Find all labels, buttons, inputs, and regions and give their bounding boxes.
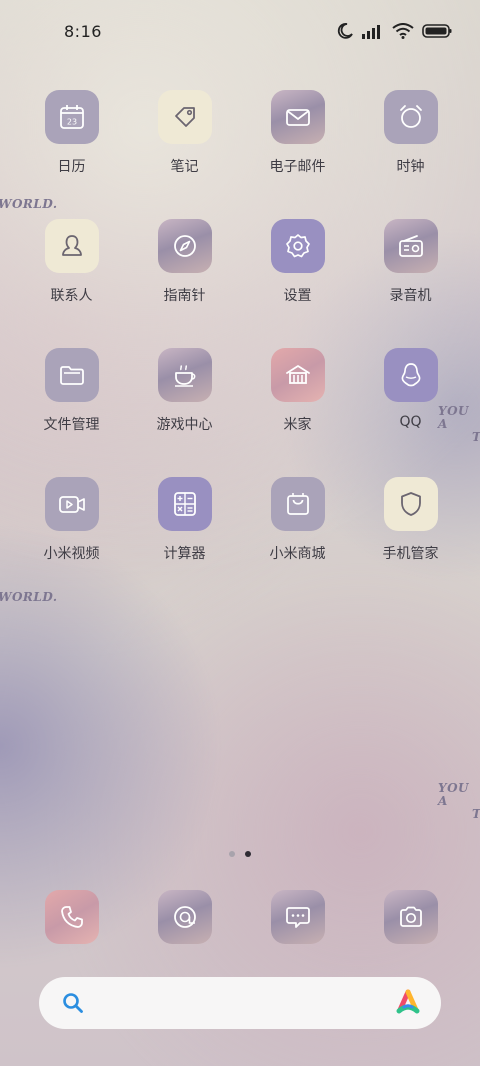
wifi-icon <box>392 23 414 43</box>
app-label: 录音机 <box>389 288 432 304</box>
folder-icon <box>44 348 99 402</box>
browser-icon <box>157 890 212 944</box>
app-clock[interactable]: 时钟 <box>354 90 467 219</box>
person-icon <box>44 219 99 273</box>
app-label: 米家 <box>283 417 312 433</box>
app-label: 笔记 <box>170 159 199 175</box>
search-bar[interactable] <box>39 977 441 1029</box>
app-label: 时钟 <box>396 159 425 175</box>
app-email[interactable]: 电子邮件 <box>241 90 354 219</box>
app-label: 日历 <box>57 159 86 175</box>
mail-icon <box>270 90 325 144</box>
battery-icon <box>422 23 452 43</box>
alarm-clock-icon <box>383 90 438 144</box>
app-calculator[interactable]: 计算器 <box>128 477 241 606</box>
app-notes[interactable]: 笔记 <box>128 90 241 219</box>
app-label: 文件管理 <box>43 417 100 433</box>
page-dot-active[interactable] <box>245 851 251 857</box>
app-label: 指南针 <box>163 288 206 304</box>
dock <box>15 890 467 944</box>
phone-icon <box>44 890 99 944</box>
calculator-icon <box>157 477 212 531</box>
status-icons <box>336 22 452 44</box>
shield-icon <box>383 477 438 531</box>
dock-messages[interactable] <box>241 890 354 944</box>
app-mi-store[interactable]: 小米商城 <box>241 477 354 606</box>
app-label: 小米商城 <box>269 546 326 562</box>
app-recorder[interactable]: 录音机 <box>354 219 467 348</box>
wallpaper-text: YOU AT <box>438 781 480 821</box>
assistant-icon[interactable] <box>394 989 422 1017</box>
dock-phone[interactable] <box>15 890 128 944</box>
app-mi-video[interactable]: 小米视频 <box>15 477 128 606</box>
home-icon <box>270 348 325 402</box>
app-label: 电子邮件 <box>269 159 326 175</box>
app-label: 游戏中心 <box>156 417 213 433</box>
search-icon[interactable] <box>61 991 85 1015</box>
svg-text:23: 23 <box>66 118 76 127</box>
app-label: 设置 <box>283 288 312 304</box>
tag-icon <box>157 90 212 144</box>
moon-icon <box>336 22 354 44</box>
app-compass[interactable]: 指南针 <box>128 219 241 348</box>
video-icon <box>44 477 99 531</box>
app-calendar[interactable]: 23 日历 <box>15 90 128 219</box>
dock-camera[interactable] <box>354 890 467 944</box>
app-label: 联系人 <box>50 288 93 304</box>
page-indicator <box>0 851 480 857</box>
message-icon <box>270 890 325 944</box>
radio-icon <box>383 219 438 273</box>
app-label: QQ <box>399 414 422 430</box>
app-game-center[interactable]: 游戏中心 <box>128 348 241 477</box>
app-qq[interactable]: QQ <box>354 348 467 477</box>
penguin-icon <box>383 348 438 402</box>
app-label: 小米视频 <box>43 546 100 562</box>
app-label: 手机管家 <box>382 546 439 562</box>
compass-icon <box>157 219 212 273</box>
shopping-bag-icon <box>270 477 325 531</box>
app-label: 计算器 <box>163 546 206 562</box>
app-mi-home[interactable]: 米家 <box>241 348 354 477</box>
app-grid: 23 日历 笔记 电子邮件 时钟 联系人 指南针 设置 录音机 文件管理 游戏中… <box>15 90 467 606</box>
calendar-icon: 23 <box>44 90 99 144</box>
app-security[interactable]: 手机管家 <box>354 477 467 606</box>
app-settings[interactable]: 设置 <box>241 219 354 348</box>
status-bar: 8:16 <box>0 0 480 62</box>
app-contacts[interactable]: 联系人 <box>15 219 128 348</box>
cup-icon <box>157 348 212 402</box>
dock-browser[interactable] <box>128 890 241 944</box>
app-file-manager[interactable]: 文件管理 <box>15 348 128 477</box>
signal-icon <box>362 23 384 43</box>
status-time: 8:16 <box>64 22 102 41</box>
gear-icon <box>270 219 325 273</box>
page-dot[interactable] <box>229 851 235 857</box>
camera-icon <box>383 890 438 944</box>
